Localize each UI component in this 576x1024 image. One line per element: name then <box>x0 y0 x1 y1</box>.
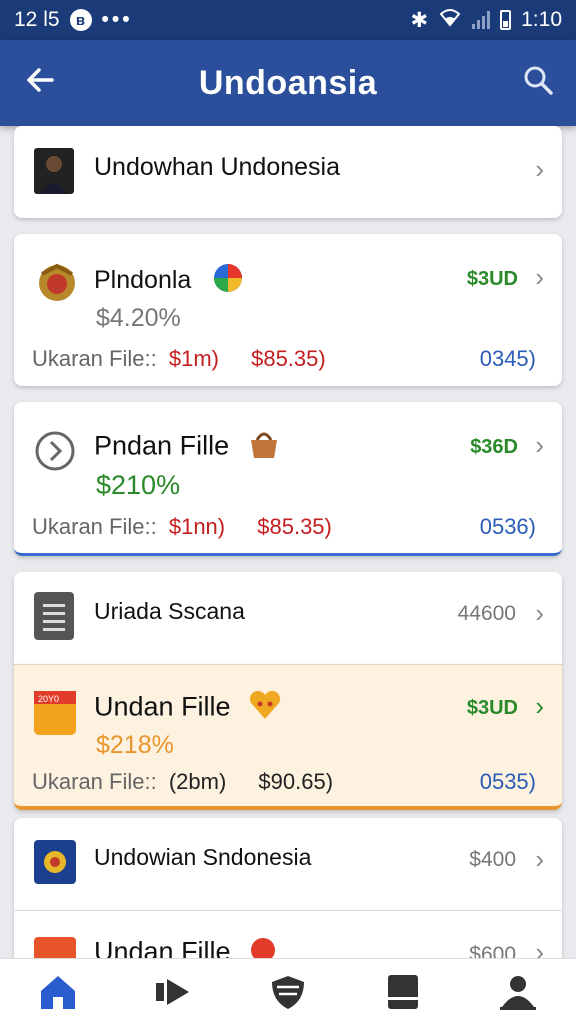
colorful-ball-icon <box>212 262 244 301</box>
calendar-icon: 20Y0 <box>34 691 76 735</box>
svg-text:20Y0: 20Y0 <box>38 694 59 704</box>
back-button[interactable] <box>22 62 62 102</box>
emblem-icon <box>34 840 76 884</box>
chevron-right-icon: › <box>535 430 544 460</box>
nav-shield[interactable] <box>266 970 310 1014</box>
app-bar: Undoansia <box>0 40 576 126</box>
list-item[interactable]: Plndonla $3UD › $4.20% Ukaran File:: $1m… <box>14 234 562 386</box>
bottom-nav <box>0 958 576 1024</box>
list-item[interactable]: Uriada Sscana 44600 › <box>14 572 562 664</box>
page-title: Undoansia <box>198 63 378 102</box>
item-percent: $4.20% <box>96 304 181 332</box>
play-icon <box>155 978 189 1005</box>
battery-icon <box>500 10 512 30</box>
search-icon <box>524 66 553 95</box>
status-bar: 12 l5 ʙ ••• ✱ 1:10 <box>0 0 576 40</box>
flame-icon <box>248 935 278 958</box>
nav-play[interactable] <box>151 970 195 1014</box>
bluetooth-icon: ✱ <box>410 8 429 32</box>
item-title: Undowian Sndonesia <box>94 844 312 870</box>
item-meta: Ukaran File:: $1m) $85.35) <box>32 346 326 371</box>
chevron-right-icon: › <box>535 262 544 292</box>
item-amount: $36D <box>470 436 518 458</box>
item-amount: 44600 <box>457 602 516 625</box>
search-button[interactable] <box>522 64 554 96</box>
item-percent: $210% <box>96 470 181 500</box>
chevron-circle-icon <box>34 430 76 472</box>
item-title: Undan Fille <box>94 936 231 958</box>
list-item[interactable]: Undan Fille $600 › <box>14 910 562 958</box>
item-code: 0345) <box>479 346 536 371</box>
item-meta: Ukaran File:: (2bm) $90.65) <box>32 769 334 794</box>
file-icon <box>34 937 76 958</box>
item-amount: $600 <box>469 943 516 958</box>
item-amount: $400 <box>469 848 516 871</box>
list-container: Undowhan Undonesia › Plndonla $3UD › $4.… <box>0 126 576 958</box>
emblem-icon <box>34 260 80 306</box>
list-item-selected[interactable]: 20Y0 Undan Fille $3UD › $218% Ukaran Fil… <box>14 664 562 810</box>
list-item[interactable]: Undowhan Undonesia › <box>14 126 562 218</box>
item-amount: $3UD <box>466 268 518 290</box>
signal-icon <box>472 11 491 29</box>
chevron-right-icon: › <box>535 598 544 628</box>
profile-icon <box>500 975 537 1010</box>
item-meta: Ukaran File:: $1nn) $85.35) <box>32 514 332 539</box>
nav-profile[interactable] <box>496 970 540 1014</box>
chevron-right-icon: › <box>535 844 544 874</box>
basket-icon <box>247 428 281 467</box>
home-icon <box>40 975 75 1009</box>
document-icon <box>34 592 74 640</box>
item-code: 0535) <box>479 769 536 794</box>
shield-icon <box>271 975 304 1009</box>
wifi-icon <box>438 7 462 33</box>
item-title: Pndan Fille <box>94 430 230 461</box>
item-percent: $218% <box>96 731 174 759</box>
avatar <box>34 148 74 194</box>
chevron-right-icon: › <box>535 937 544 958</box>
list-item[interactable]: Undowian Sndonesia $400 › <box>14 818 562 910</box>
nav-home[interactable] <box>36 970 80 1014</box>
item-title: Uriada Sscana <box>94 598 245 624</box>
arrow-left-icon <box>27 68 54 92</box>
list-item[interactable]: Pndan Fille $36D › $210% Ukaran File:: $… <box>14 402 562 556</box>
status-dots: ••• <box>101 8 133 31</box>
chevron-right-icon: › <box>535 154 544 184</box>
item-amount: $3UD <box>466 697 518 719</box>
nav-document[interactable] <box>381 970 425 1014</box>
item-title: Undan Fille <box>94 691 231 722</box>
item-title: Plndonla <box>94 266 192 295</box>
status-time-right: 1:10 <box>521 8 562 31</box>
status-time-left: 12 l5 <box>14 8 60 31</box>
chevron-right-icon: › <box>535 691 544 721</box>
heart-face-icon <box>248 689 282 728</box>
item-code: 0536) <box>479 514 536 539</box>
notification-badge-icon: ʙ <box>69 9 92 31</box>
item-title: Undowhan Undonesia <box>94 153 341 181</box>
document-icon <box>388 974 419 1009</box>
